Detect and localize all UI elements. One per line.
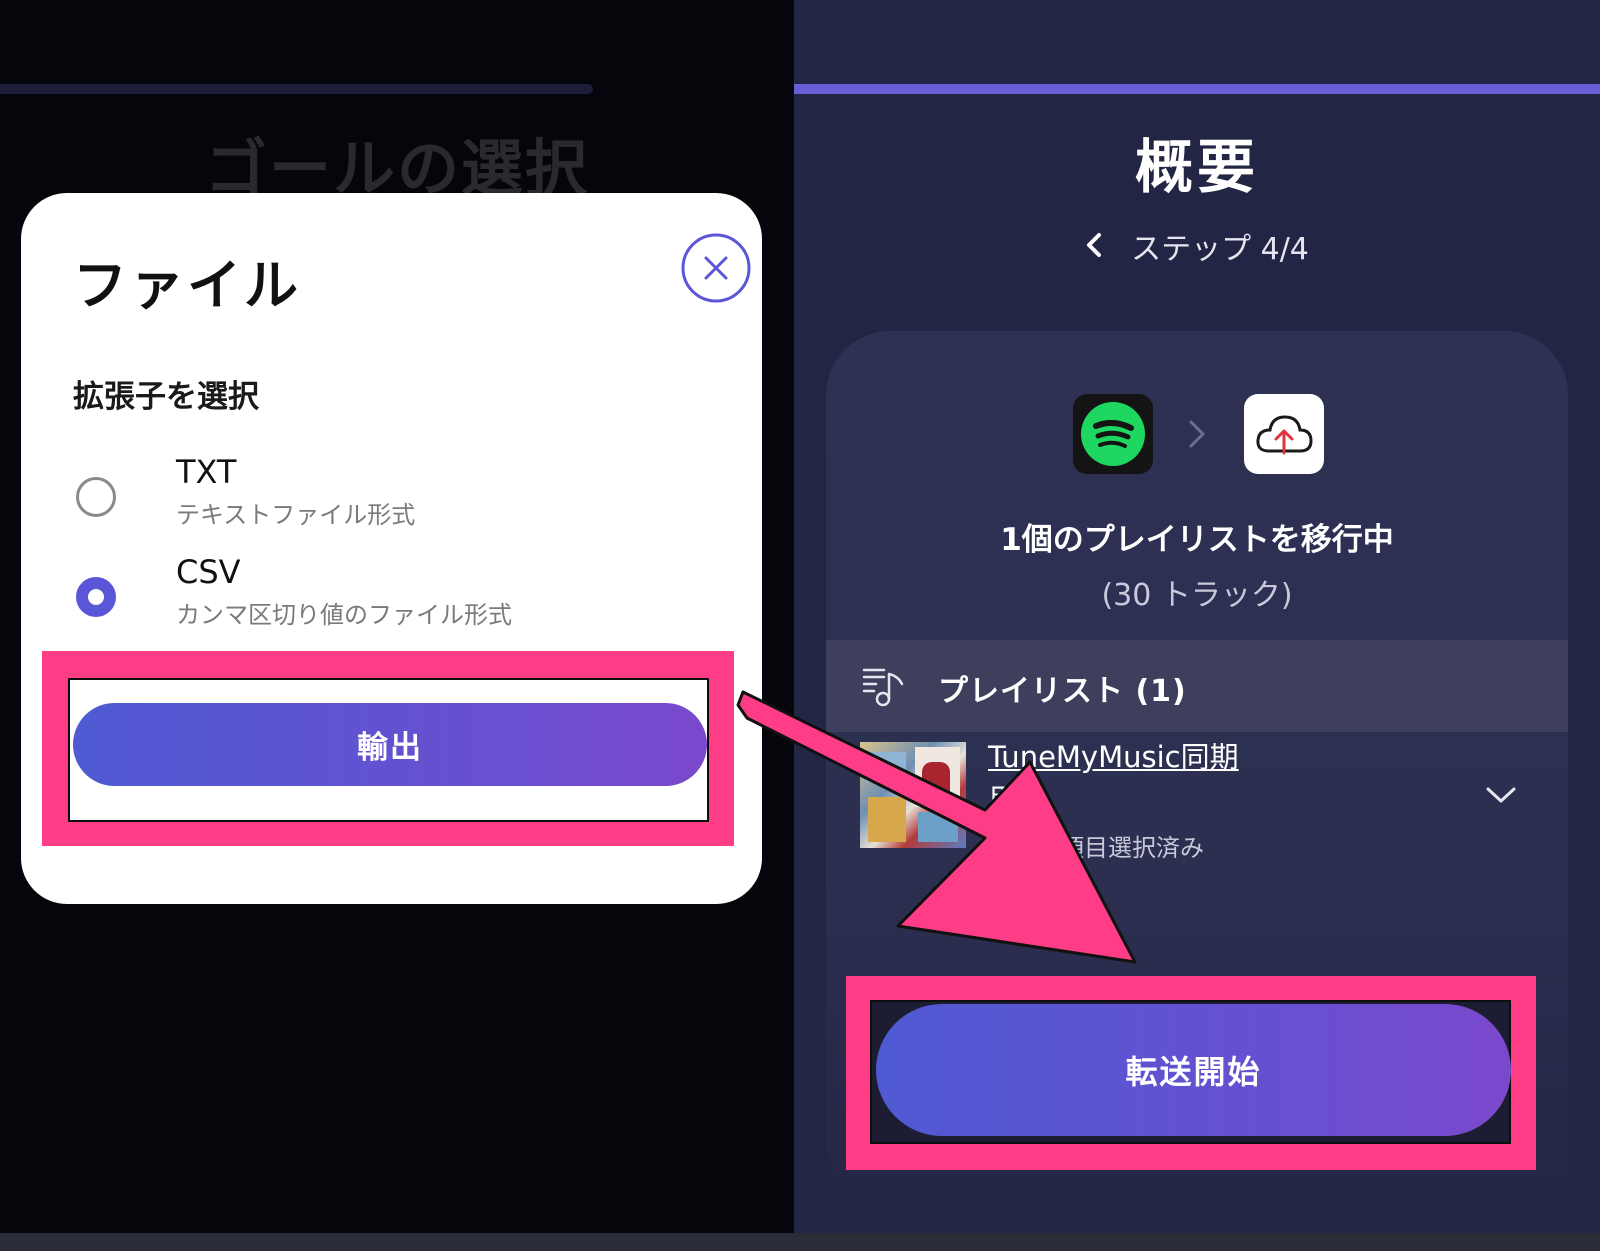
playlist-selected-count: 項目選択済み bbox=[1060, 834, 1204, 862]
playlist-name-link[interactable]: TuneMyMusic同期 用 bbox=[988, 736, 1278, 820]
transfer-title: 1個のプレイリストを移行中 bbox=[1000, 522, 1394, 558]
radio-csv[interactable] bbox=[76, 577, 116, 617]
option-txt-name: TXT bbox=[176, 453, 237, 491]
cloud-upload-icon bbox=[1244, 394, 1324, 474]
transfer-track-count: (30 トラック) bbox=[1101, 578, 1293, 613]
playlist-name-line2: 用 bbox=[988, 782, 1018, 816]
chevron-down-icon[interactable] bbox=[1484, 784, 1518, 806]
progress-bar bbox=[0, 84, 593, 94]
option-txt[interactable]: TXT テキストファイル形式 bbox=[73, 453, 713, 537]
step-label: ステップ 4/4 bbox=[1131, 232, 1309, 267]
radio-txt[interactable] bbox=[76, 477, 116, 517]
option-csv-description: カンマ区切り値のファイル形式 bbox=[176, 601, 512, 629]
step-indicator: ステップ 4/4 bbox=[794, 224, 1600, 268]
left-screen: ゴールの選択 ファイル 拡張子を選択 TXT テキストファイル形式 CSV カン… bbox=[0, 0, 794, 1233]
start-transfer-button[interactable]: 転送開始 bbox=[876, 1004, 1511, 1136]
chevron-right-icon bbox=[1185, 412, 1209, 456]
close-icon bbox=[681, 233, 751, 303]
export-button[interactable]: 輸出 bbox=[73, 703, 707, 786]
progress-bar-complete bbox=[794, 84, 1600, 94]
bottom-strip bbox=[0, 1233, 1600, 1251]
option-csv-name: CSV bbox=[176, 553, 241, 591]
option-txt-description: テキストファイル形式 bbox=[176, 501, 416, 529]
spotify-icon bbox=[1073, 394, 1153, 474]
modal-title: ファイル bbox=[73, 254, 301, 317]
playlist-section-header: プレイリスト (1) bbox=[826, 640, 1568, 732]
extension-section-label: 拡張子を選択 bbox=[73, 379, 259, 415]
playlist-icon bbox=[862, 664, 906, 708]
playlist-name: TuneMyMusic同期 bbox=[988, 740, 1239, 774]
close-button[interactable] bbox=[680, 232, 752, 304]
playlist-section-label: プレイリスト (1) bbox=[938, 674, 1187, 709]
playlist-thumbnail bbox=[860, 742, 966, 848]
page-title: 概要 bbox=[1134, 133, 1259, 201]
option-csv[interactable]: CSV カンマ区切り値のファイル形式 bbox=[73, 553, 713, 637]
chevron-left-icon[interactable] bbox=[1085, 231, 1103, 267]
